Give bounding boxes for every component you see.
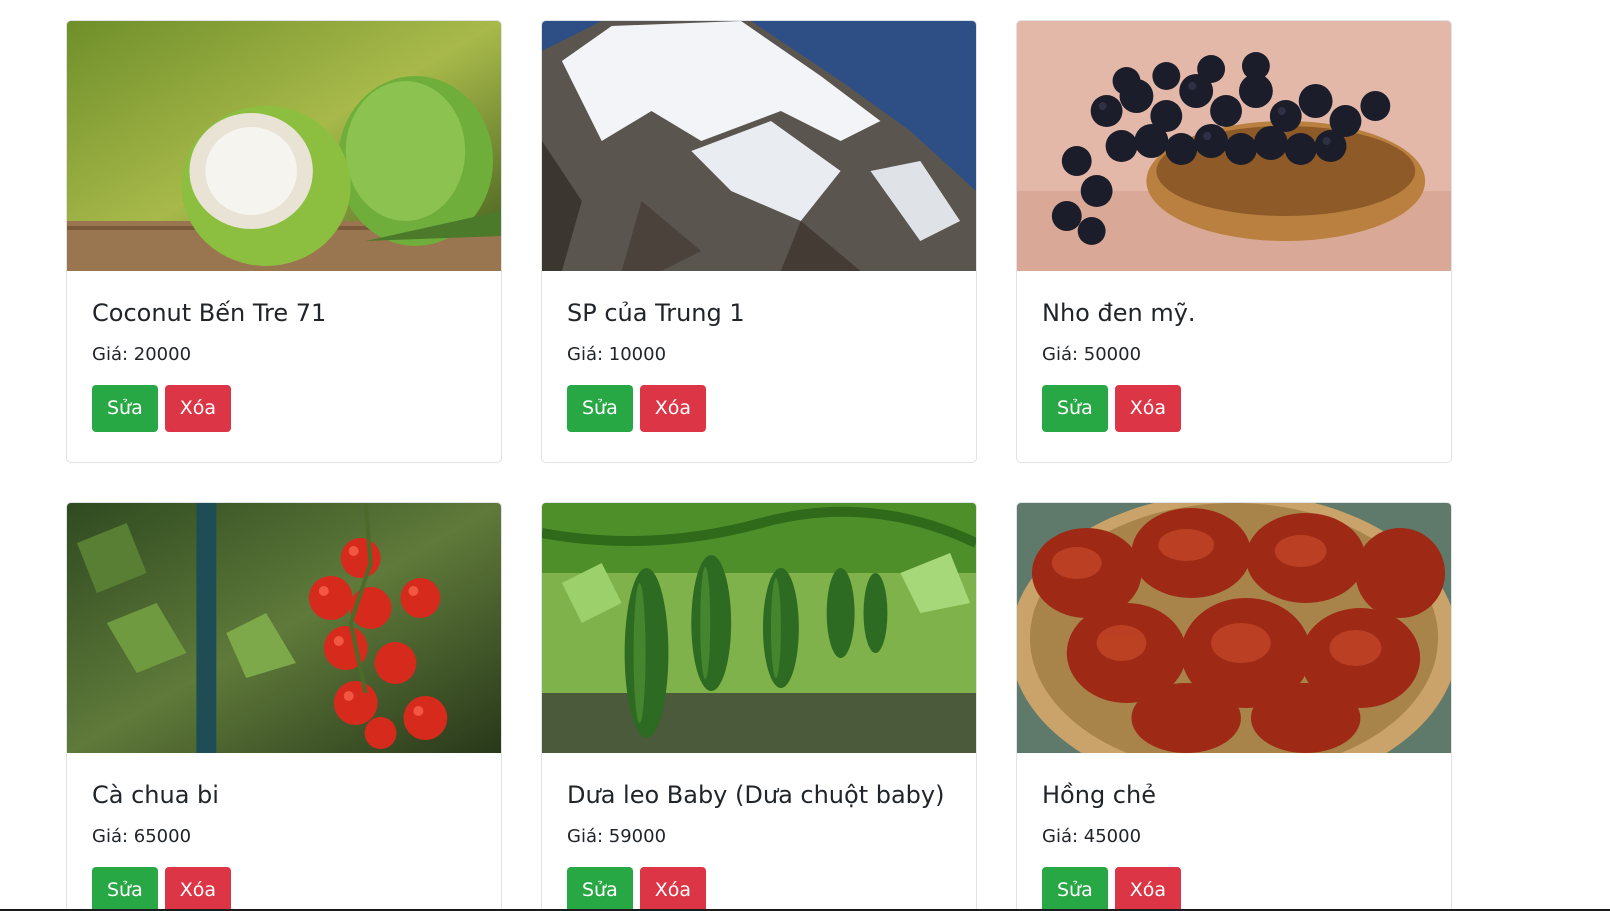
product-price: Giá: 65000 xyxy=(92,826,192,847)
product-name: Coconut Bến Tre 71 xyxy=(92,299,327,327)
product-price: Giá: 59000 xyxy=(567,826,667,847)
product-name: Hồng chẻ xyxy=(1042,781,1156,809)
product-price: Giá: 10000 xyxy=(567,344,667,365)
product-name: Dưa leo Baby (Dưa chuột baby) xyxy=(567,781,945,809)
snowy-mountain-image xyxy=(542,21,976,271)
product-name: Nho đen mỹ. xyxy=(1042,299,1196,327)
product-price: Giá: 50000 xyxy=(1042,344,1142,365)
cherry-tomatoes-image xyxy=(67,503,501,753)
edit-button[interactable]: Sửa xyxy=(92,385,158,432)
product-price: Giá: 45000 xyxy=(1042,826,1142,847)
delete-button[interactable]: Xóa xyxy=(1114,385,1182,432)
cucumbers-image xyxy=(542,503,976,753)
coconut-image xyxy=(67,21,501,271)
delete-button[interactable]: Xóa xyxy=(164,385,232,432)
delete-button[interactable]: Xóa xyxy=(639,385,707,432)
page: Coconut Bến Tre 71 Giá: 20000 Sửa Xóa SP… xyxy=(0,0,1610,909)
edit-button[interactable]: Sửa xyxy=(567,867,633,909)
product-name: SP của Trung 1 xyxy=(567,299,745,327)
product-card: SP của Trung 1 Giá: 10000 Sửa Xóa xyxy=(541,20,977,463)
edit-button[interactable]: Sửa xyxy=(92,867,158,909)
edit-button[interactable]: Sửa xyxy=(567,385,633,432)
delete-button[interactable]: Xóa xyxy=(1114,867,1182,909)
delete-button[interactable]: Xóa xyxy=(639,867,707,909)
product-card: Hồng chẻ Giá: 45000 Sửa Xóa xyxy=(1016,502,1452,909)
product-card: Dưa leo Baby (Dưa chuột baby) Giá: 59000… xyxy=(541,502,977,909)
product-grid: Coconut Bến Tre 71 Giá: 20000 Sửa Xóa SP… xyxy=(66,20,1454,909)
product-card: Nho đen mỹ. Giá: 50000 Sửa Xóa xyxy=(1016,20,1452,463)
delete-button[interactable]: Xóa xyxy=(164,867,232,909)
edit-button[interactable]: Sửa xyxy=(1042,385,1108,432)
product-price: Giá: 20000 xyxy=(92,344,192,365)
black-grapes-image xyxy=(1017,21,1451,271)
dried-persimmon-image xyxy=(1017,503,1451,753)
product-card: Coconut Bến Tre 71 Giá: 20000 Sửa Xóa xyxy=(66,20,502,463)
edit-button[interactable]: Sửa xyxy=(1042,867,1108,909)
product-card: Cà chua bi Giá: 65000 Sửa Xóa xyxy=(66,502,502,909)
product-name: Cà chua bi xyxy=(92,781,219,809)
